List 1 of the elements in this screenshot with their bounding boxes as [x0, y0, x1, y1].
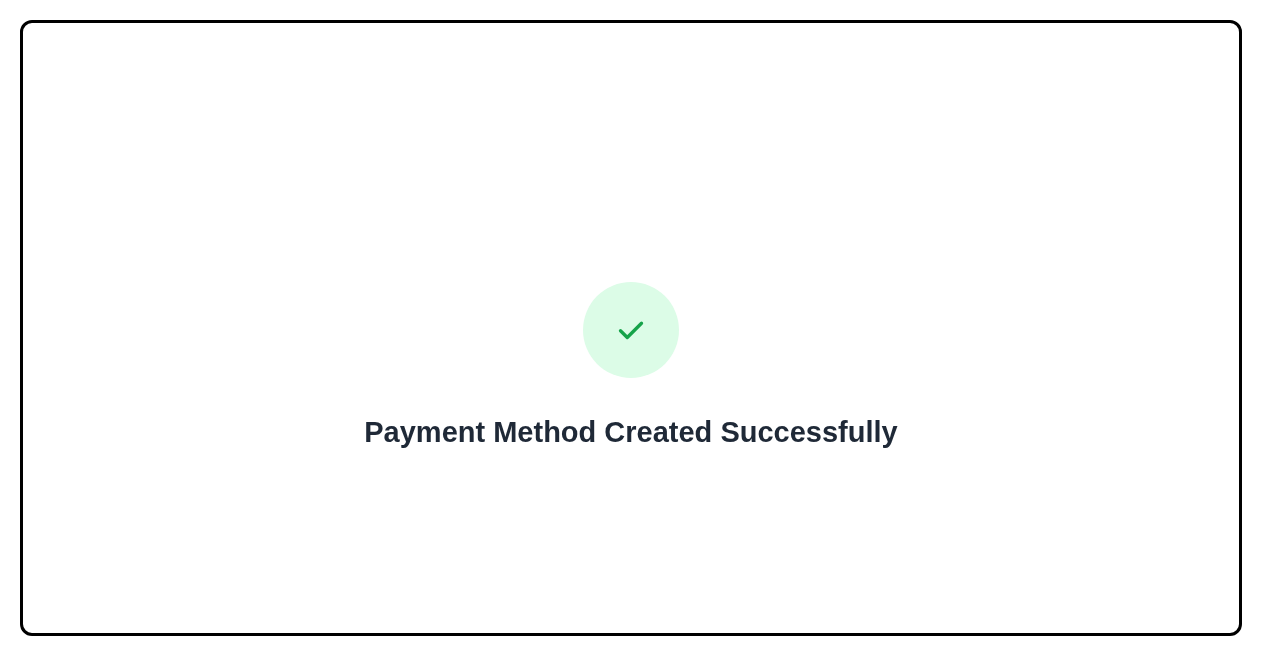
success-message: Payment Method Created Successfully: [364, 416, 898, 449]
